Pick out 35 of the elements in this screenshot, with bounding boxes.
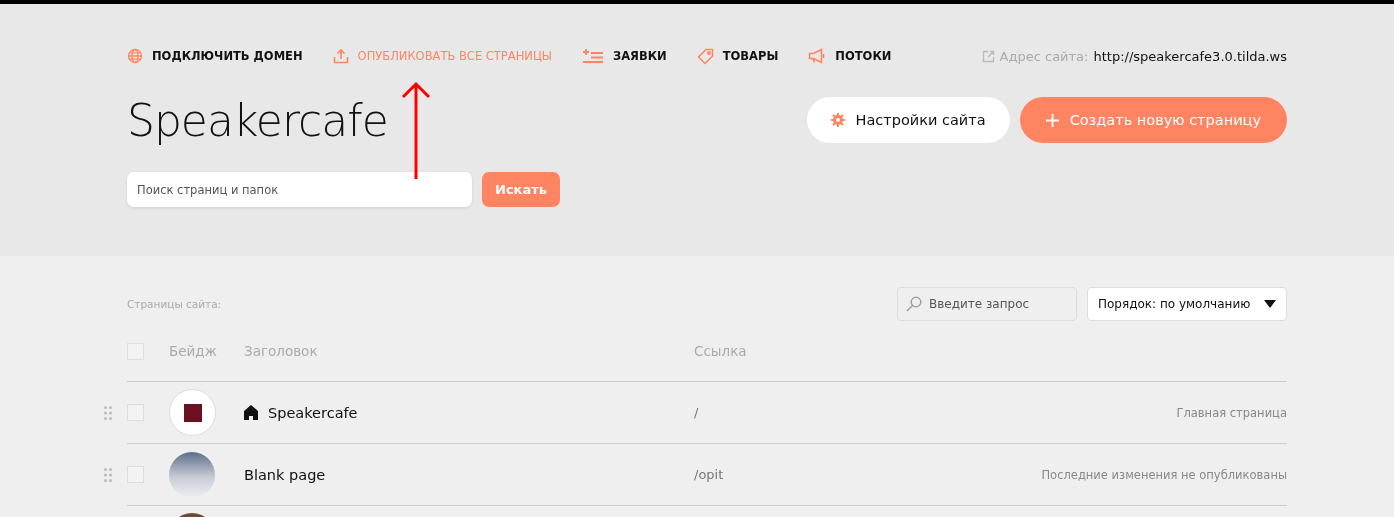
badge-logo-thumbnail — [169, 389, 216, 436]
drag-handle-icon[interactable] — [104, 405, 112, 420]
nav-link[interactable]: ПОДКЛЮЧИТЬ ДОМЕН — [127, 48, 303, 64]
gear-icon — [830, 113, 845, 127]
page-path: / — [694, 405, 700, 420]
project-title: Speakercafe — [127, 94, 388, 146]
column-header: Заголовок — [244, 343, 319, 359]
plus-icon — [1045, 113, 1059, 127]
megaphone-icon — [808, 48, 827, 64]
pages-label: Страницы сайта: — [127, 298, 222, 310]
search-field[interactable]: Поиск страниц и папок — [127, 172, 472, 207]
page-status: Главная страница — [1176, 405, 1287, 420]
site-settings-button[interactable]: Настройки сайта — [806, 97, 1010, 143]
page-title-link[interactable]: Speakercafe — [268, 404, 358, 421]
address-label: Адрес сайта: — [999, 48, 1089, 64]
page-status: Последние изменения не опубликованы — [1041, 467, 1287, 482]
filter-field[interactable]: Введите запрос — [897, 287, 1077, 321]
sort-dropdown[interactable]: Порядок: по умолчанию — [1087, 287, 1287, 321]
external-link-icon — [981, 49, 995, 63]
nav-link[interactable]: ПОТОКИ — [808, 48, 892, 64]
list-add-icon — [582, 48, 604, 64]
tag-icon — [696, 47, 714, 65]
site-url-link[interactable]: http://speakercafe3.0.tilda.ws — [1093, 48, 1287, 64]
dropdown-caret-icon — [1264, 300, 1276, 308]
drag-handle-icon[interactable] — [104, 467, 112, 482]
column-header: Ссылка — [694, 343, 748, 359]
column-header: Бейдж — [169, 343, 218, 359]
photo-placeholder — [169, 451, 215, 498]
search-icon — [906, 296, 922, 312]
globe-icon — [127, 48, 143, 64]
page-title-link[interactable]: Blank page — [244, 466, 326, 483]
upload-icon — [332, 48, 349, 64]
page-path: /opit — [694, 467, 725, 482]
nav-link[interactable]: ТОВАРЫ — [696, 47, 779, 65]
nav-link[interactable]: ЗАЯВКИ — [582, 48, 667, 64]
